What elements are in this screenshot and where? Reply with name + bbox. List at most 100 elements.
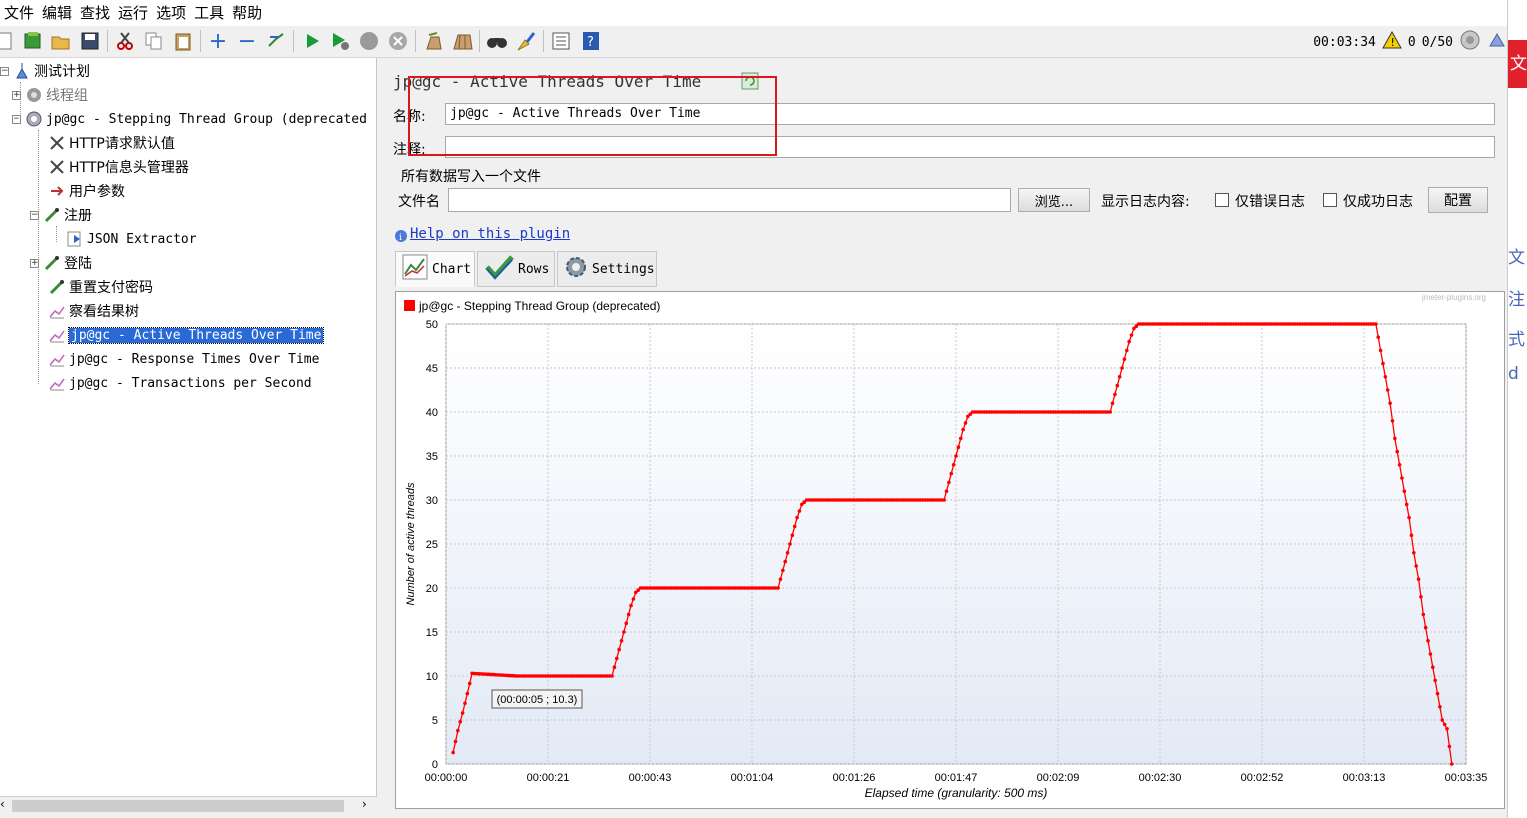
data-point xyxy=(612,665,617,669)
shutdown-icon[interactable] xyxy=(387,30,409,52)
start-icon[interactable] xyxy=(301,30,323,52)
data-point xyxy=(1385,388,1390,392)
copy-icon[interactable] xyxy=(143,30,165,52)
menu-run[interactable]: 运行 xyxy=(114,0,152,26)
collapse-toggle-icon[interactable]: − xyxy=(0,66,9,76)
stop-icon[interactable] xyxy=(358,30,380,52)
y-tick-label: 15 xyxy=(426,627,438,639)
start-no-pause-icon[interactable] xyxy=(329,30,351,52)
x-tick-label: 00:03:13 xyxy=(1343,772,1386,784)
data-point xyxy=(1421,612,1426,617)
file-section-title: 所有数据写入一个文件 xyxy=(401,169,541,185)
save-icon[interactable] xyxy=(79,30,101,52)
data-point xyxy=(783,559,788,564)
logger-icon[interactable] xyxy=(1487,30,1507,54)
tree-item-register[interactable]: − 注册 xyxy=(30,204,92,226)
run-status: 00:03:34 ! 0 0/50 xyxy=(1313,26,1507,58)
x-tick-label: 00:02:52 xyxy=(1241,772,1284,784)
data-point xyxy=(961,427,965,432)
data-point xyxy=(1409,533,1414,537)
expand-toggle-icon[interactable]: + xyxy=(12,90,21,100)
tree-item-view-results-tree[interactable]: 察看结果树 xyxy=(48,300,139,322)
paste-icon[interactable] xyxy=(172,30,194,52)
menu-file[interactable]: 文件 xyxy=(0,0,38,26)
browse-button[interactable]: 浏览... xyxy=(1018,188,1090,212)
tree-item-test-plan[interactable]: − 测试计划 xyxy=(0,60,90,82)
data-point xyxy=(1374,322,1378,326)
tree-item-http-defaults[interactable]: HTTP请求默认值 xyxy=(48,132,175,154)
svg-text:?: ? xyxy=(587,35,594,50)
log-content-label: 显示日志内容: xyxy=(1101,194,1190,210)
tab-rows[interactable]: Rows xyxy=(477,251,555,287)
sampler-icon xyxy=(43,254,61,272)
tree-item-stepping-thread-group[interactable]: − jp@gc - Stepping Thread Group (depreca… xyxy=(12,108,367,130)
toggle-icon[interactable] xyxy=(265,30,287,52)
tab-settings[interactable]: Settings xyxy=(557,251,657,287)
function-helper-icon[interactable] xyxy=(550,30,572,52)
data-point xyxy=(1442,722,1447,727)
error-count: 0 xyxy=(1407,34,1416,50)
tree-item-login[interactable]: + 登陆 xyxy=(30,252,92,274)
data-point xyxy=(1428,652,1433,656)
help-link[interactable]: Help on this plugin xyxy=(410,226,570,242)
tab-chart[interactable]: Chart xyxy=(395,251,475,287)
data-point xyxy=(614,656,619,661)
collapse-toggle-icon[interactable]: − xyxy=(12,114,21,124)
templates-icon[interactable] xyxy=(22,30,44,52)
tree-horizontal-scrollbar[interactable]: ‹ › xyxy=(0,796,377,814)
errors-only-checkbox[interactable] xyxy=(1215,193,1229,207)
remote-status-icon[interactable] xyxy=(1459,29,1481,55)
listener-panel: jp@gc - Active Threads Over Time 名称: jp@… xyxy=(381,58,1507,818)
help-icon[interactable]: ? xyxy=(580,30,602,52)
tree-item-reset-password[interactable]: 重置支付密码 xyxy=(48,276,153,298)
x-axis-label: Elapsed time (granularity: 500 ms) xyxy=(865,786,1048,800)
scroll-right-icon[interactable]: › xyxy=(362,797,367,811)
edge-badge: 文 xyxy=(1508,40,1527,88)
tree-item-transactions-per-second[interactable]: jp@gc - Transactions per Second xyxy=(48,372,312,394)
collapse-toggle-icon[interactable]: − xyxy=(30,210,39,220)
tree-item-response-times[interactable]: jp@gc - Response Times Over Time xyxy=(48,348,319,370)
scrollbar-thumb[interactable] xyxy=(12,800,344,812)
errors-only-label: 仅错误日志 xyxy=(1235,194,1305,210)
data-point xyxy=(951,463,956,467)
expand-toggle-icon[interactable]: + xyxy=(30,258,39,268)
data-point xyxy=(1412,551,1416,555)
warning-icon[interactable]: ! xyxy=(1382,30,1402,53)
collapse-icon[interactable]: − xyxy=(236,29,258,54)
scroll-left-icon[interactable]: ‹ xyxy=(0,797,5,811)
x-tick-label: 00:02:30 xyxy=(1139,772,1182,784)
data-point xyxy=(797,509,802,513)
y-tick-label: 50 xyxy=(426,319,438,331)
menu-help[interactable]: 帮助 xyxy=(228,0,266,26)
clear-all-icon[interactable] xyxy=(451,30,473,52)
data-point xyxy=(1115,383,1120,388)
menu-tools[interactable]: 工具 xyxy=(190,0,228,26)
filename-field[interactable] xyxy=(448,188,1011,212)
cut-icon[interactable] xyxy=(114,30,136,52)
data-point xyxy=(958,436,963,441)
expand-icon[interactable]: + xyxy=(207,29,229,54)
tree-item-http-header-manager[interactable]: HTTP信息头管理器 xyxy=(48,156,189,178)
open-icon[interactable] xyxy=(50,30,72,52)
tree-item-active-threads[interactable]: jp@gc - Active Threads Over Time xyxy=(48,324,325,346)
menu-options[interactable]: 选项 xyxy=(152,0,190,26)
new-icon[interactable] xyxy=(0,30,16,52)
menu-edit[interactable]: 编辑 xyxy=(38,0,76,26)
menu-search[interactable]: 查找 xyxy=(76,0,114,26)
data-point xyxy=(456,728,460,733)
data-point xyxy=(617,647,621,652)
data-point xyxy=(1404,502,1409,507)
svg-text:!: ! xyxy=(1390,36,1394,49)
tree-item-thread-group[interactable]: + 线程组 xyxy=(12,84,88,106)
tree-item-json-extractor[interactable]: JSON Extractor xyxy=(66,228,197,250)
success-only-checkbox[interactable] xyxy=(1323,193,1337,207)
reset-search-icon[interactable] xyxy=(515,30,537,52)
wrench-icon xyxy=(48,158,66,176)
tree-item-user-parameters[interactable]: 用户参数 xyxy=(48,180,125,202)
tooltip-text: (00:00:05 ; 10.3) xyxy=(497,694,578,706)
wrench-icon xyxy=(48,134,66,152)
search-icon[interactable] xyxy=(486,30,508,52)
svg-text:i: i xyxy=(399,233,402,243)
clear-icon[interactable] xyxy=(422,30,444,52)
configure-button[interactable]: 配置 xyxy=(1428,187,1488,213)
